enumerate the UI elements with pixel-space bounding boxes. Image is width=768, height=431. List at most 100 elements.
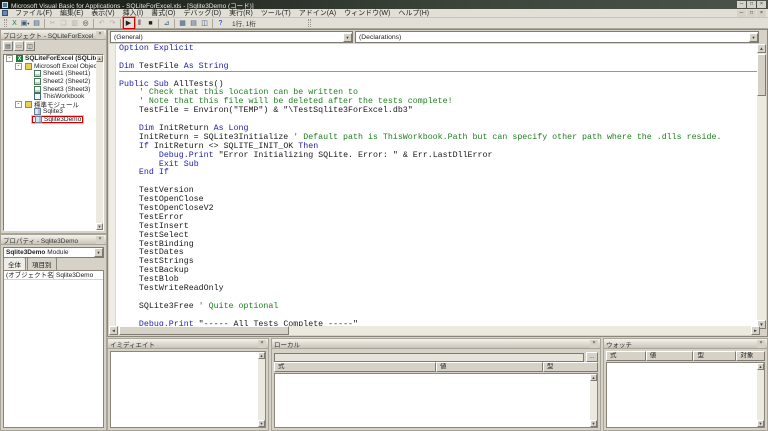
combobox-dropdown-icon[interactable]: ▼	[94, 248, 103, 257]
child-restore-button[interactable]: □	[747, 10, 756, 17]
insert-userform-button[interactable]: ▣▼	[21, 18, 31, 28]
watch-content[interactable]: ▲ ▼	[606, 362, 765, 428]
scroll-up-icon[interactable]: ▲	[96, 55, 103, 62]
view-code-button[interactable]: ▤	[3, 41, 13, 51]
procedure-dropdown-icon[interactable]: ▼	[749, 33, 758, 42]
break-button[interactable]: ‖	[135, 18, 145, 28]
scroll-down-icon[interactable]: ▼	[96, 223, 103, 230]
code-vertical-scrollbar[interactable]: ▲ ▼	[757, 44, 766, 329]
call-stack-button[interactable]: ...	[586, 352, 598, 362]
tab-alphabetic[interactable]: 全体	[3, 257, 26, 270]
run-sub-button[interactable]: ▶	[124, 18, 134, 28]
watch-scrollbar[interactable]: ▲ ▼	[757, 363, 764, 427]
scroll-down-icon[interactable]: ▼	[258, 420, 265, 427]
undo-icon: ↶	[99, 19, 105, 27]
expander-minus-icon[interactable]: -	[6, 55, 13, 62]
copy-button[interactable]: ❏	[59, 18, 69, 28]
undo-button[interactable]: ↶	[97, 18, 107, 28]
tree-item-sqlite3[interactable]: Sqlite3	[4, 108, 103, 116]
minimize-button[interactable]: ─	[737, 1, 746, 8]
child-minimize-button[interactable]: ─	[737, 10, 746, 17]
dropdown-arrow-icon[interactable]: ▼	[26, 21, 30, 26]
design-mode-button[interactable]: ⊿	[162, 18, 172, 28]
scroll-down-icon[interactable]: ▼	[590, 420, 597, 427]
property-value[interactable]: Sqlite3Demo	[54, 271, 103, 279]
scroll-up-icon[interactable]: ▲	[590, 374, 597, 381]
property-row[interactable]: (オブジェクト名)Sqlite3Demo	[4, 271, 103, 280]
locals-panel: ローカル × ... 式値型 ▲ ▼	[271, 338, 601, 431]
menu-item-insert[interactable]: 挿入(I)	[119, 9, 148, 18]
watch-close-icon[interactable]: ×	[757, 340, 765, 348]
menu-item-addins[interactable]: アドイン(A)	[295, 9, 340, 18]
menu-item-edit[interactable]: 編集(E)	[56, 9, 87, 18]
menu-item-help[interactable]: ヘルプ(H)	[394, 9, 433, 18]
tree-item-sheet2-sheet2[interactable]: Sheet2 (Sheet2)	[4, 78, 103, 86]
save-button[interactable]: ▤	[32, 18, 42, 28]
expander-minus-icon[interactable]: -	[15, 63, 22, 70]
tab-categorized[interactable]: 項目別	[27, 257, 57, 270]
find-button[interactable]: ◎	[81, 18, 91, 28]
scroll-left-icon[interactable]: ◄	[109, 326, 118, 335]
locals-column-式[interactable]: 式	[274, 362, 436, 372]
tree-item-sqliteforexcel-sqlite[interactable]: -XSQLiteForExcel (SQLite	[4, 55, 103, 63]
menu-item-view[interactable]: 表示(V)	[87, 9, 118, 18]
menu-item-tools[interactable]: ツール(T)	[257, 9, 295, 18]
locals-close-icon[interactable]: ×	[590, 340, 598, 348]
tree-item-sheet3-sheet3[interactable]: Sheet3 (Sheet3)	[4, 85, 103, 93]
code-token: InitReturn <> SQLITE_INIT_OK	[149, 142, 298, 151]
tree-item-node[interactable]: -標準モジュール	[4, 101, 103, 109]
locals-column-値[interactable]: 値	[436, 362, 543, 372]
watch-column-型[interactable]: 型	[693, 351, 736, 361]
procedure-dropdown[interactable]: (Declarations) ▼	[355, 31, 759, 43]
code-line: TestSelect	[119, 232, 760, 241]
watch-column-対象[interactable]: 対象	[736, 351, 765, 361]
project-explorer-close-icon[interactable]: ×	[96, 31, 104, 39]
object-dropdown[interactable]: (General) ▼	[110, 31, 353, 43]
vscroll-thumb[interactable]	[757, 54, 766, 96]
locals-content[interactable]: ▲ ▼	[274, 373, 598, 428]
toggle-folders-button[interactable]: ◫	[25, 41, 35, 51]
tree-item-sheet1-sheet1[interactable]: Sheet1 (Sheet1)	[4, 70, 103, 78]
scroll-up-icon[interactable]: ▲	[757, 44, 766, 53]
paste-button[interactable]: ▥	[70, 18, 80, 28]
child-close-button[interactable]: ×	[757, 10, 766, 17]
watch-column-式[interactable]: 式	[606, 351, 646, 361]
menu-item-file[interactable]: ファイル(F)	[11, 9, 56, 18]
toolbar-grip-2[interactable]	[308, 19, 311, 27]
menu-item-debug[interactable]: デバッグ(D)	[179, 9, 225, 18]
scroll-up-icon[interactable]: ▲	[757, 363, 764, 370]
locals-scrollbar[interactable]: ▲ ▼	[590, 374, 597, 427]
code-editor[interactable]: Option ExplicitDim TestFile As StringPub…	[109, 44, 760, 329]
hscroll-thumb[interactable]	[119, 326, 289, 335]
immediate-close-icon[interactable]: ×	[258, 340, 266, 348]
scroll-right-icon[interactable]: ►	[751, 326, 760, 335]
immediate-scrollbar[interactable]: ▲ ▼	[258, 352, 265, 427]
project-explorer-button[interactable]: ▦	[178, 18, 188, 28]
view-excel-button[interactable]: X	[10, 18, 20, 28]
menu-item-run[interactable]: 実行(R)	[225, 9, 257, 18]
code-horizontal-scrollbar[interactable]: ◄ ►	[109, 326, 760, 335]
scroll-up-icon[interactable]: ▲	[258, 352, 265, 359]
immediate-content[interactable]: ▲ ▼	[110, 351, 266, 428]
expander-minus-icon[interactable]: -	[15, 101, 22, 108]
reset-button[interactable]: ■	[146, 18, 156, 28]
scroll-down-icon[interactable]: ▼	[757, 420, 764, 427]
locals-column-型[interactable]: 型	[543, 362, 598, 372]
object-dropdown-icon[interactable]: ▼	[343, 33, 352, 42]
tree-item-sqlite3demo[interactable]: Sqlite3Demo	[4, 116, 103, 124]
view-object-button[interactable]: ▭	[14, 41, 24, 51]
maximize-button[interactable]: □	[747, 1, 756, 8]
close-button[interactable]: ×	[757, 1, 766, 8]
watch-column-値[interactable]: 値	[646, 351, 694, 361]
properties-window-button[interactable]: ▤	[189, 18, 199, 28]
help-button[interactable]: ?	[216, 18, 226, 28]
object-browser-button[interactable]: ◫	[200, 18, 210, 28]
redo-button[interactable]: ↷	[108, 18, 118, 28]
cut-button[interactable]: ✂	[48, 18, 58, 28]
menu-item-window[interactable]: ウィンドウ(W)	[340, 9, 394, 18]
properties-close-icon[interactable]: ×	[96, 236, 104, 244]
menu-item-format[interactable]: 書式(O)	[147, 9, 179, 18]
project-tree-scrollbar[interactable]: ▲ ▼	[96, 55, 103, 230]
tree-item-microsoft-excel-objects[interactable]: -Microsoft Excel Objects	[4, 63, 103, 71]
toolbar-grip[interactable]	[4, 19, 7, 27]
